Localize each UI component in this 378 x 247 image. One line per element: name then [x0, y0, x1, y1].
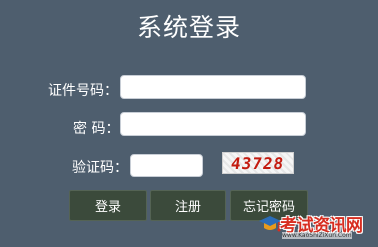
login-button[interactable]: 登录	[69, 190, 147, 221]
captcha-label: 验证码：	[72, 160, 128, 176]
id-number-input[interactable]	[120, 75, 306, 99]
register-button[interactable]: 注册	[150, 190, 226, 221]
password-input[interactable]	[120, 112, 306, 136]
page-title: 系统登录	[136, 13, 241, 42]
graduation-cap-icon	[259, 216, 281, 232]
site-watermark: 考试资讯网 www.KaoShiZiXun.Com	[258, 211, 374, 243]
captcha-code: 43728	[230, 153, 286, 173]
captcha-image[interactable]: 43728	[222, 152, 294, 174]
watermark-url: www.KaoShiZiXun.Com	[282, 232, 352, 239]
captcha-input[interactable]	[130, 154, 203, 177]
password-label: 密 码：	[73, 121, 120, 137]
id-number-label: 证件号码：	[48, 83, 118, 99]
